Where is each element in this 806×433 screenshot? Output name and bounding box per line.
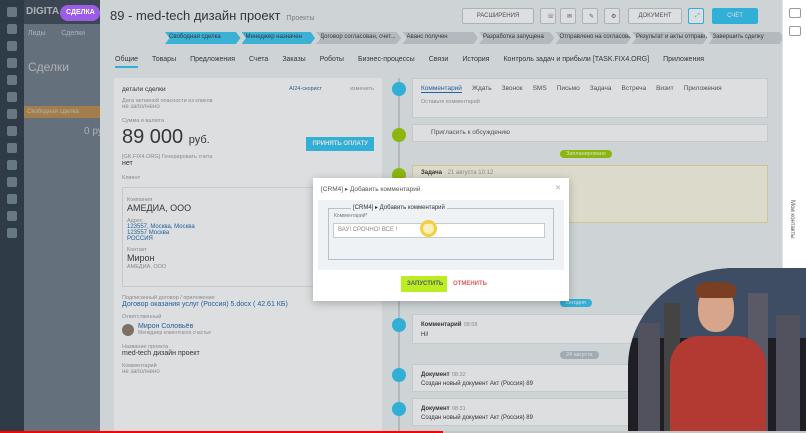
crm-icon[interactable] xyxy=(7,92,17,102)
app-sidebar xyxy=(0,0,24,433)
cancel-button[interactable]: ОТМЕНИТЬ xyxy=(453,281,487,287)
calendar-icon[interactable] xyxy=(7,75,17,85)
building xyxy=(776,315,800,433)
building xyxy=(638,323,660,433)
dialog-body: [CRM4] ▸ Добавить комментарий Комментари… xyxy=(318,200,564,270)
presenter-body xyxy=(670,336,766,433)
comment-field-label: Комментарий* xyxy=(334,213,368,219)
contacts-label[interactable]: Мои контакты xyxy=(789,200,795,239)
analytics-icon[interactable] xyxy=(7,194,17,204)
slider-close-button[interactable]: СДЕЛКА xyxy=(60,5,100,21)
time-icon[interactable] xyxy=(7,211,17,221)
mouse-cursor-highlight xyxy=(420,220,437,237)
menu-icon[interactable] xyxy=(7,7,17,17)
mail-icon[interactable] xyxy=(7,126,17,136)
help-icon[interactable] xyxy=(788,8,801,18)
comment-fieldset: [CRM4] ▸ Добавить комментарий Комментари… xyxy=(328,204,554,260)
webcam-presenter xyxy=(628,268,806,433)
comment-input[interactable]: ВАУ! СРОЧНО! ВСЕ ! xyxy=(333,220,545,238)
shop-icon[interactable] xyxy=(7,160,17,170)
marketing-icon[interactable] xyxy=(7,177,17,187)
company-icon[interactable] xyxy=(7,228,17,238)
drive-icon[interactable] xyxy=(7,109,17,119)
phone-icon[interactable] xyxy=(7,41,17,51)
chat-icon[interactable] xyxy=(7,24,17,34)
fieldset-legend: [CRM4] ▸ Добавить комментарий xyxy=(351,204,447,211)
close-icon[interactable]: ✕ xyxy=(555,184,561,192)
run-button[interactable]: ЗАПУСТИТЬ xyxy=(401,276,447,292)
add-comment-dialog: [CRM4] ▸ Добавить комментарий ✕ [CRM4] ▸… xyxy=(313,178,569,301)
tasks-icon[interactable] xyxy=(7,58,17,68)
dialog-title: [CRM4] ▸ Добавить комментарий xyxy=(321,186,421,193)
presenter-hair xyxy=(696,282,736,298)
notifications-icon[interactable] xyxy=(788,26,801,36)
comment-input-value: ВАУ! СРОЧНО! ВСЕ ! xyxy=(338,227,398,233)
sites-icon[interactable] xyxy=(7,143,17,153)
